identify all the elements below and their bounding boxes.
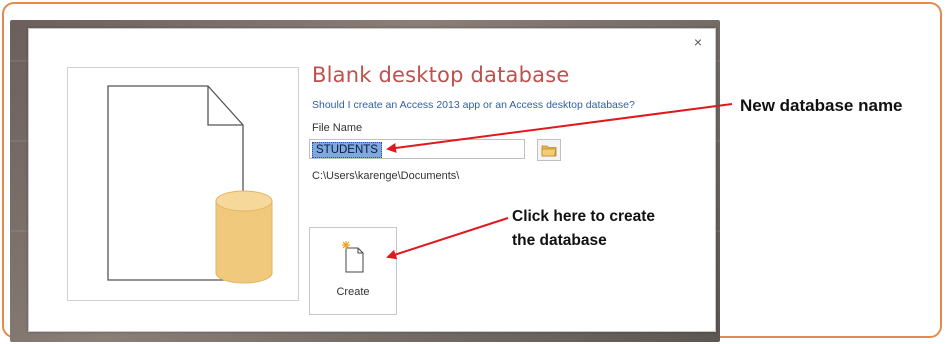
create-callout-line2: the database	[512, 232, 607, 249]
create-button-label: Create	[336, 286, 370, 298]
blank-database-dialog: × Blank desktop database Should I create…	[28, 28, 716, 332]
close-button[interactable]: ×	[691, 35, 705, 49]
folder-icon	[541, 145, 557, 157]
help-link[interactable]: Should I create an Access 2013 app or an…	[312, 99, 635, 111]
name-callout: New database name	[740, 96, 903, 115]
file-name-input[interactable]: STUDENTS	[309, 139, 525, 159]
document-database-icon	[107, 85, 273, 284]
create-callout: Click here to create the database	[512, 205, 732, 253]
browse-folder-button[interactable]	[537, 139, 561, 161]
file-name-label: File Name	[312, 122, 363, 134]
database-preview-image	[67, 67, 299, 301]
save-path: C:\Users\karenge\Documents\	[312, 170, 460, 182]
new-file-sparkle-icon	[342, 241, 364, 273]
create-button[interactable]: Create	[309, 227, 397, 315]
dialog-title: Blank desktop database	[312, 63, 570, 87]
create-callout-line1: Click here to create	[512, 208, 656, 225]
file-name-value: STUDENTS	[312, 142, 382, 158]
